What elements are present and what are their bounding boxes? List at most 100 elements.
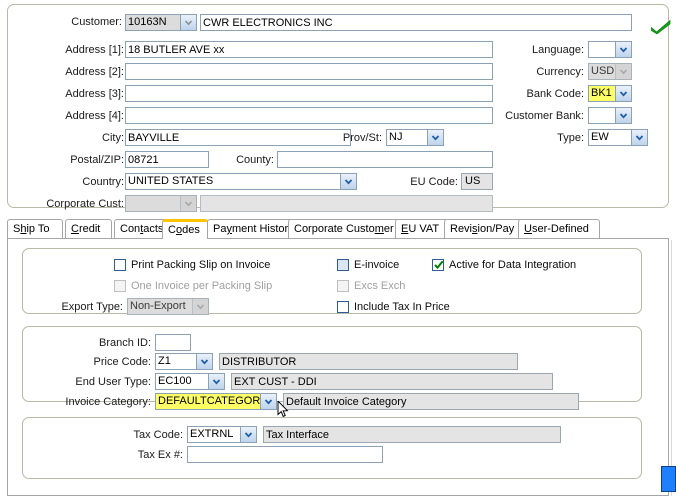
chevron-down-icon[interactable] xyxy=(427,130,443,145)
customer-name-input[interactable] xyxy=(200,14,632,31)
excs-exch-checkbox xyxy=(337,280,349,292)
invoice-category-description xyxy=(283,393,579,410)
end-user-type-value: EC100 xyxy=(158,375,192,387)
customer-code-combo[interactable]: 10163N xyxy=(125,14,197,31)
tab-payment-history[interactable]: Payment History xyxy=(207,219,299,239)
tab-credit-label: Credit xyxy=(71,223,101,235)
city-input[interactable] xyxy=(125,129,351,146)
tax-ex-number-input[interactable] xyxy=(187,446,383,463)
corporate-cust-label: Corporate Cust: xyxy=(46,198,124,210)
corporate-cust-code-combo xyxy=(125,195,197,212)
e-invoice-checkbox[interactable] xyxy=(337,259,349,271)
price-code-description xyxy=(219,353,518,370)
tab-ship-to-label: Ship To xyxy=(13,223,50,235)
one-invoice-per-packing-slip-checkbox xyxy=(114,280,126,292)
type-combo[interactable]: EW xyxy=(588,129,648,146)
invoice-flags-group: Print Packing Slip on Invoice One Invoic… xyxy=(22,248,642,315)
chevron-down-icon[interactable] xyxy=(615,86,631,101)
prov-st-combo[interactable]: NJ xyxy=(386,129,444,146)
tab-codes-label: Codes xyxy=(168,224,200,236)
include-tax-in-price-checkbox[interactable] xyxy=(337,301,349,313)
country-combo[interactable]: UNITED STATES xyxy=(125,173,357,190)
customer-code-value: 10163N xyxy=(126,15,180,30)
invoice-category-combo[interactable]: DEFAULTCATEGOR xyxy=(155,393,277,410)
address-4-input[interactable] xyxy=(125,107,493,124)
customer-bank-value xyxy=(589,108,615,123)
customer-label: Customer: xyxy=(71,16,122,28)
tab-eu-vat[interactable]: EU VAT xyxy=(395,219,448,239)
active-for-data-integration-checkbox[interactable] xyxy=(432,259,444,271)
chevron-down-icon[interactable] xyxy=(180,15,196,30)
chevron-down-icon[interactable] xyxy=(208,374,224,389)
address-3-label: Address [3]: xyxy=(65,88,124,100)
address-1-label: Address [1]: xyxy=(65,44,124,56)
tax-code-combo[interactable]: EXTRNL xyxy=(187,426,257,443)
tab-user-defined[interactable]: User-Defined xyxy=(518,219,600,239)
scroll-thumb[interactable] xyxy=(661,466,676,492)
checkmark-icon xyxy=(433,259,445,274)
tab-eu-vat-label: EU VAT xyxy=(401,223,440,235)
tab-strip: Ship To Credit Contacts Codes Payment Hi… xyxy=(7,219,669,239)
tab-user-defined-label: User-Defined xyxy=(524,223,589,235)
country-label: Country: xyxy=(82,176,124,188)
address-2-label: Address [2]: xyxy=(65,66,124,78)
eu-code-value: US xyxy=(461,173,493,190)
tab-payment-history-label: Payment History xyxy=(213,223,294,235)
tab-ship-to[interactable]: Ship To xyxy=(7,219,63,239)
currency-label: Currency: xyxy=(536,66,584,78)
branch-id-input[interactable] xyxy=(155,334,191,351)
export-type-combo: Non-Export xyxy=(127,298,209,315)
one-invoice-per-packing-slip-label: One Invoice per Packing Slip xyxy=(131,280,273,292)
active-for-data-integration-label: Active for Data Integration xyxy=(449,259,577,271)
tab-codes[interactable]: Codes xyxy=(162,219,208,239)
branch-id-label: Branch ID: xyxy=(99,337,151,349)
chevron-down-icon[interactable] xyxy=(615,42,631,57)
print-packing-slip-checkbox[interactable] xyxy=(114,259,126,271)
city-label: City: xyxy=(102,132,124,144)
country-value: UNITED STATES xyxy=(128,175,214,187)
tax-group: Tax Code: EXTRNL Tax Ex #: xyxy=(22,417,642,479)
chevron-down-icon[interactable] xyxy=(340,174,356,189)
invoice-category-label: Invoice Category: xyxy=(65,396,151,408)
type-label: Type: xyxy=(557,132,584,144)
chevron-down-icon[interactable] xyxy=(615,108,631,123)
end-user-type-description xyxy=(231,373,553,390)
bank-code-value: BK1 xyxy=(589,86,615,101)
address-3-input[interactable] xyxy=(125,85,493,102)
print-packing-slip-label: Print Packing Slip on Invoice xyxy=(131,259,271,271)
county-input[interactable] xyxy=(277,151,493,168)
chevron-down-icon[interactable] xyxy=(240,427,256,442)
chevron-down-icon[interactable] xyxy=(631,130,647,145)
chevron-down-icon[interactable] xyxy=(260,394,276,409)
e-invoice-label: E-invoice xyxy=(354,259,400,271)
chevron-down-icon xyxy=(192,299,208,314)
prov-st-value: NJ xyxy=(389,131,403,143)
bank-code-combo[interactable]: BK1 xyxy=(588,85,632,102)
eu-code-label: EU Code: xyxy=(410,176,458,188)
export-type-value: Non-Export xyxy=(128,299,192,314)
address-4-label: Address [4]: xyxy=(65,110,124,122)
postal-zip-label: Postal/ZIP: xyxy=(70,154,124,166)
tab-contacts-label: Contacts xyxy=(120,223,164,235)
price-code-value: Z1 xyxy=(158,355,171,367)
chevron-down-icon[interactable] xyxy=(196,354,212,369)
customer-codes-group: Branch ID: Price Code: Z1 End User Type:… xyxy=(22,326,642,410)
invoice-category-value: DEFAULTCATEGOR xyxy=(156,394,260,409)
end-user-type-combo[interactable]: EC100 xyxy=(155,373,225,390)
tab-revision-pay[interactable]: Revision/Pay xyxy=(444,219,522,239)
customer-bank-combo[interactable] xyxy=(588,107,632,124)
bank-code-label: Bank Code: xyxy=(526,88,584,100)
tax-code-label: Tax Code: xyxy=(133,429,183,441)
customer-details-panel: Customer: 10163N Address [1]: Address [2… xyxy=(7,4,671,212)
export-type-label: Export Type: xyxy=(61,301,123,313)
corporate-cust-code-value xyxy=(126,196,180,211)
postal-zip-input[interactable] xyxy=(125,151,209,168)
language-combo[interactable] xyxy=(588,41,632,58)
tab-credit[interactable]: Credit xyxy=(65,219,112,239)
address-2-input[interactable] xyxy=(125,63,493,80)
price-code-combo[interactable]: Z1 xyxy=(155,353,213,370)
price-code-label: Price Code: xyxy=(93,356,151,368)
excs-exch-label: Excs Exch xyxy=(354,280,406,292)
tab-corporate-customer[interactable]: Corporate Customer xyxy=(288,219,401,239)
address-1-input[interactable] xyxy=(125,41,493,58)
